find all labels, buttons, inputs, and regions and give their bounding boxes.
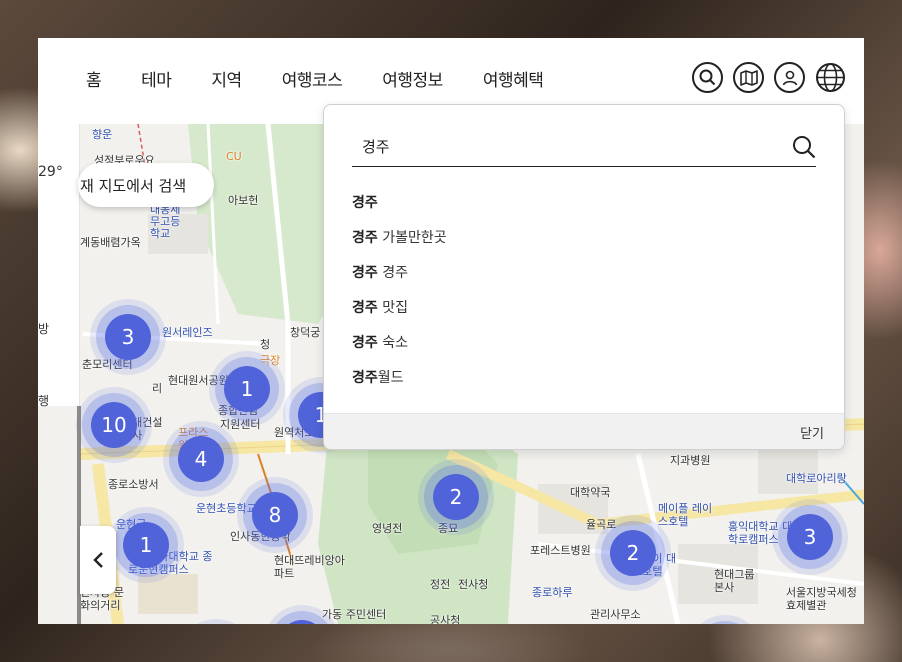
user-icon[interactable] bbox=[774, 62, 805, 93]
suggestion-item[interactable]: 경주 경주 bbox=[352, 263, 447, 298]
chevron-left-icon bbox=[93, 552, 103, 568]
panel-text: 방 bbox=[38, 322, 50, 336]
map-label: 정전 bbox=[430, 578, 451, 591]
suggestion-item[interactable]: 경주 숙소 bbox=[352, 333, 447, 368]
map-label: 현대뜨레비앙아파트 bbox=[274, 554, 345, 580]
map-cluster-marker[interactable]: 2 bbox=[433, 474, 479, 520]
search-this-area-button[interactable]: 재 지도에서 검색 bbox=[78, 163, 214, 207]
map-label: 리 bbox=[152, 382, 163, 395]
nav-item-region[interactable]: 지역 bbox=[211, 66, 242, 91]
map-label: 향운 bbox=[92, 128, 113, 141]
close-button[interactable]: 닫기 bbox=[800, 423, 824, 442]
map-label: 종로하루 bbox=[532, 586, 573, 599]
map-label: 공사청 bbox=[430, 614, 461, 624]
map-cluster-marker[interactable]: 3 bbox=[105, 314, 151, 360]
map-label: 영녕전 bbox=[372, 522, 403, 535]
collapse-panel-button[interactable] bbox=[80, 526, 116, 594]
dropdown-footer: 닫기 bbox=[324, 413, 844, 449]
map-label: 창덕궁 bbox=[290, 326, 321, 339]
map-cluster-marker[interactable]: 1 bbox=[123, 522, 169, 568]
map-cluster-marker[interactable]: 2 bbox=[610, 530, 656, 576]
map-label: 서울지방국세청 효제별관 bbox=[786, 586, 857, 612]
map-label: 원서레인즈 bbox=[162, 326, 213, 339]
map-label: 관리사무소 bbox=[590, 608, 641, 621]
map-label: 전사청 bbox=[458, 578, 489, 591]
map-label: 아보헌 bbox=[228, 194, 259, 207]
map-label: 청 bbox=[260, 338, 271, 351]
map-label: 종묘 bbox=[438, 522, 459, 535]
panel-text: 행 bbox=[38, 394, 50, 408]
nav-item-info[interactable]: 여행정보 bbox=[382, 66, 443, 91]
map-label: 계동배렴가옥 bbox=[80, 236, 141, 249]
search-icon[interactable] bbox=[692, 62, 723, 93]
map-label: 대학약국 bbox=[570, 486, 611, 499]
search-dropdown: 경주 경주 가볼만한곳 경주 경주 경주 맛집 경주 숙소 경주월드 닫기 bbox=[323, 104, 845, 450]
nav-item-theme[interactable]: 테마 bbox=[141, 66, 172, 91]
map-cluster-marker[interactable]: 4 bbox=[178, 436, 224, 482]
map-label: 포레스트병원 bbox=[530, 544, 591, 557]
map-label: 율곡로 bbox=[586, 518, 617, 531]
map-cluster-marker[interactable]: 10 bbox=[91, 402, 137, 448]
suggestion-item[interactable]: 경주 맛집 bbox=[352, 298, 447, 333]
map-label: 가동 주민센터 bbox=[322, 608, 387, 621]
nav-item-benefit[interactable]: 여행혜택 bbox=[483, 66, 544, 91]
map-label: 극장 bbox=[260, 354, 281, 367]
map-label: 현대그룹 본사 bbox=[714, 568, 755, 594]
map-label: 지과병원 bbox=[670, 454, 711, 467]
left-side-panel: 29° 방 행 bbox=[38, 124, 80, 408]
search-bar bbox=[352, 127, 816, 167]
map-label: 현대원서공원 bbox=[168, 374, 229, 387]
map-cluster-marker[interactable]: 3 bbox=[787, 514, 833, 560]
map-label: 종로소방서 bbox=[108, 478, 159, 491]
suggestion-item[interactable]: 경주월드 bbox=[352, 368, 447, 403]
map-icon[interactable] bbox=[733, 62, 764, 93]
suggestion-list: 경주 경주 가볼만한곳 경주 경주 경주 맛집 경주 숙소 경주월드 bbox=[352, 193, 447, 403]
main-nav: 홈 테마 지역 여행코스 여행정보 여행혜택 bbox=[86, 66, 583, 91]
nav-item-course[interactable]: 여행코스 bbox=[282, 66, 343, 91]
suggestion-item[interactable]: 경주 가볼만한곳 bbox=[352, 228, 447, 263]
globe-icon[interactable] bbox=[815, 62, 846, 93]
app-frame: 홈 테마 지역 여행코스 여행정보 여행혜택 향운 성정부로우요 CU 아보헌 … bbox=[38, 38, 864, 624]
nav-item-home[interactable]: 홈 bbox=[86, 66, 102, 91]
map-cluster-marker[interactable]: 8 bbox=[252, 492, 298, 538]
map-cluster-marker[interactable]: 1 bbox=[224, 366, 270, 412]
map-label: 대학로아리랑 bbox=[786, 472, 847, 485]
map-label: CU bbox=[226, 150, 242, 163]
search-input[interactable] bbox=[352, 127, 772, 165]
header-icons bbox=[692, 62, 846, 93]
search-icon[interactable] bbox=[792, 135, 816, 163]
map-label: 대동세무고등학교 bbox=[150, 203, 181, 240]
map-label: 지원센터 bbox=[220, 418, 261, 431]
map-label: 메이플 레이스호텔 bbox=[658, 502, 713, 528]
suggestion-item[interactable]: 경주 bbox=[352, 193, 447, 228]
weather-temp: 29° bbox=[38, 164, 63, 180]
map-label: 운현초등학교 bbox=[196, 502, 257, 515]
search-this-area-label: 재 지도에서 검색 bbox=[80, 176, 187, 195]
